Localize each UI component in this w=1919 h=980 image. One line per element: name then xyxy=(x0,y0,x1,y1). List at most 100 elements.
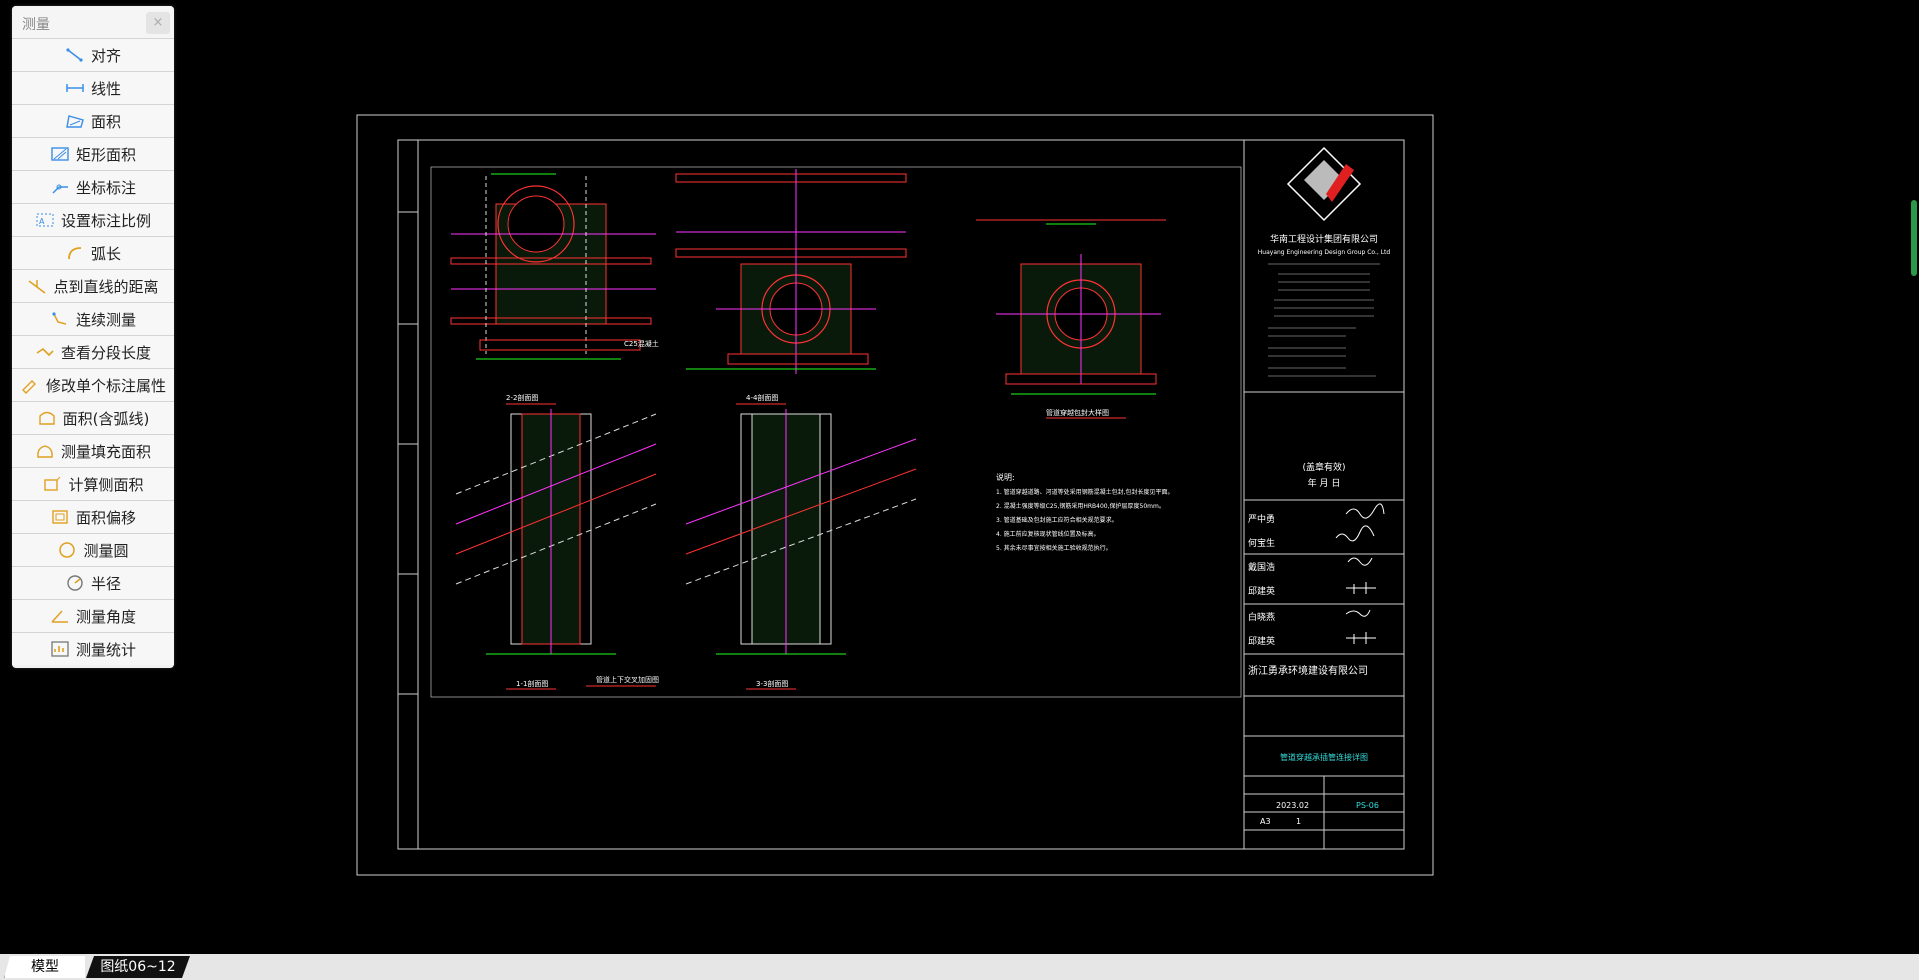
tool-edit-dim-button[interactable]: 修改单个标注属性 xyxy=(12,368,174,401)
section-3-3: 4-4剖面图 3-3剖面图 管道上下交叉加固图 xyxy=(586,393,917,690)
tool-label: 弧长 xyxy=(90,244,121,263)
cross-section-right: 管道穿越包封大样图 xyxy=(976,219,1166,419)
title-block: 华南工程设计集团有限公司 Huayang Engineering Design … xyxy=(1243,140,1404,849)
plan-b-title: 管道穿越包封大样图 xyxy=(1046,408,1109,417)
tool-label: 面积 xyxy=(90,112,121,131)
sec11-title: 1-1剖面图 xyxy=(516,679,548,688)
area-icon xyxy=(66,115,84,128)
tool-label: 修改单个标注属性 xyxy=(45,376,166,395)
section-4-4 xyxy=(675,169,907,374)
tool-continuous-button[interactable]: 连续测量 xyxy=(12,302,174,335)
client-name: 浙江勇承环境建设有限公司 xyxy=(1248,664,1368,677)
tool-coordinate-button[interactable]: 坐标标注 xyxy=(12,170,174,203)
tool-label: 测量填充面积 xyxy=(60,442,151,461)
radius-icon xyxy=(67,575,83,591)
sec33-title: 3-3剖面图 xyxy=(756,679,788,688)
approver-name: 严中勇 xyxy=(1248,513,1275,525)
area-offset-icon xyxy=(52,510,68,524)
note-line-4: 4. 施工前应复核现状管线位置及标高。 xyxy=(996,530,1100,538)
tool-label: 面积偏移 xyxy=(75,508,136,527)
sec44-title: 4-4剖面图 xyxy=(746,393,778,402)
c25-label-1: C25混凝土 xyxy=(624,339,659,348)
close-button[interactable]: × xyxy=(146,12,170,34)
tool-label: 坐标标注 xyxy=(75,178,136,197)
tool-label: 半径 xyxy=(90,574,121,593)
drawing-date: 2023.02 xyxy=(1276,801,1309,810)
side-area-icon xyxy=(44,476,61,491)
note-line-1: 1. 管道穿越道路、河道等处采用钢筋混凝土包封,包封长度见平面。 xyxy=(996,488,1174,496)
tool-area-button[interactable]: 面积 xyxy=(12,104,174,137)
checker-name: 白晓燕 xyxy=(1248,611,1275,623)
notes-heading: 说明: xyxy=(996,472,1015,482)
signature-marks xyxy=(1335,503,1385,644)
tool-radius-button[interactable]: 半径 xyxy=(12,566,174,599)
tool-label: 连续测量 xyxy=(75,310,136,329)
discipline-lead-name: 邱建英 xyxy=(1248,585,1275,597)
panel-header: 测量 × xyxy=(12,6,174,38)
cad-drawing-canvas[interactable]: 华南工程设计集团有限公司 Huayang Engineering Design … xyxy=(356,114,1436,884)
point-line-icon xyxy=(29,280,46,294)
arc-area-icon xyxy=(38,411,55,425)
tool-label: 线性 xyxy=(90,79,121,98)
tool-scale-button[interactable]: A 设置标注比例 xyxy=(12,203,174,236)
circle-icon xyxy=(59,542,76,558)
section-2-2: C25混凝土 xyxy=(450,173,659,360)
tool-align-button[interactable]: 对齐 xyxy=(12,38,174,71)
segment-icon xyxy=(36,347,54,357)
seal-text: (盖章有效) xyxy=(1302,461,1345,473)
tool-arc-length-button[interactable]: 弧长 xyxy=(12,236,174,269)
vertical-scrollbar[interactable] xyxy=(1909,200,1919,280)
company-name-en: Huayang Engineering Design Group Co., Lt… xyxy=(1258,249,1391,256)
note-line-2: 2. 混凝土强度等级C25,钢筋采用HRB400,保护层厚度50mm。 xyxy=(996,502,1165,510)
scrollbar-thumb[interactable] xyxy=(1911,200,1917,276)
tool-label: 计算侧面积 xyxy=(68,475,144,494)
tool-label: 点到直线的距离 xyxy=(53,277,159,296)
tab-sheet[interactable]: 图纸06~12 xyxy=(86,956,190,978)
note-line-3: 3. 管道基础及包封施工应符合相关规范要求。 xyxy=(996,516,1118,524)
tool-angle-button[interactable]: 测量角度 xyxy=(12,599,174,632)
tool-segment-button[interactable]: 查看分段长度 xyxy=(12,335,174,368)
note-line-5: 5. 其余未尽事宜按相关施工验收规范执行。 xyxy=(996,544,1112,552)
project-lead-name: 戴国浩 xyxy=(1248,561,1275,573)
tab-model[interactable]: 模型 xyxy=(4,956,85,978)
stats-icon xyxy=(51,641,69,657)
panel-title: 测量 xyxy=(22,17,50,33)
version-number: 1 xyxy=(1296,817,1301,826)
plan-a-title: 管道上下交叉加固图 xyxy=(596,675,659,684)
coordinate-icon xyxy=(52,184,68,194)
layout-tab-bar: 模型 图纸06~12 xyxy=(0,954,1919,980)
angle-icon xyxy=(51,610,68,623)
reviewer-name: 何宝生 xyxy=(1248,537,1275,549)
arc-length-icon xyxy=(68,247,82,260)
date-label: 年 月 日 xyxy=(1308,477,1341,489)
tool-arc-area-button[interactable]: 面积(含弧线) xyxy=(12,401,174,434)
tool-stats-button[interactable]: 测量统计 xyxy=(12,632,174,665)
continuous-icon xyxy=(52,312,67,325)
tool-label: 对齐 xyxy=(90,46,121,65)
tool-linear-button[interactable]: 线性 xyxy=(12,71,174,104)
sec22-title: 2-2剖面图 xyxy=(506,393,538,402)
tool-area-offset-button[interactable]: 面积偏移 xyxy=(12,500,174,533)
tool-label: 测量圆 xyxy=(83,541,129,560)
company-logo xyxy=(1286,146,1362,222)
company-name-cn: 华南工程设计集团有限公司 xyxy=(1270,233,1378,245)
measure-panel: 测量 × 对齐线性面积矩形面积坐标标注 A 设置标注比例弧长点到直线的距离 连续测量查… xyxy=(12,6,174,668)
notes-block: 说明: 1. 管道穿越道路、河道等处采用钢筋混凝土包封,包封长度见平面。 2. … xyxy=(996,472,1174,552)
scale-icon: A xyxy=(36,213,54,227)
svg-text:A: A xyxy=(39,217,45,226)
align-icon xyxy=(66,48,83,62)
sheet-number: PS-06 xyxy=(1356,801,1379,810)
section-1-1: 2-2剖面图 1-1剖面图 xyxy=(455,393,657,690)
edit-dim-icon xyxy=(21,380,36,394)
tool-circle-button[interactable]: 测量圆 xyxy=(12,533,174,566)
tool-label: 测量统计 xyxy=(75,640,136,659)
tool-rect-area-button[interactable]: 矩形面积 xyxy=(12,137,174,170)
rect-area-icon xyxy=(51,147,69,161)
tool-point-line-button[interactable]: 点到直线的距离 xyxy=(12,269,174,302)
tool-label: 面积(含弧线) xyxy=(62,409,150,428)
designer-name: 邱建英 xyxy=(1248,635,1275,647)
tool-side-area-button[interactable]: 计算侧面积 xyxy=(12,467,174,500)
linear-icon xyxy=(66,84,84,92)
tool-hatch-area-button[interactable]: 测量填充面积 xyxy=(12,434,174,467)
paper-size: A3 xyxy=(1260,817,1271,826)
